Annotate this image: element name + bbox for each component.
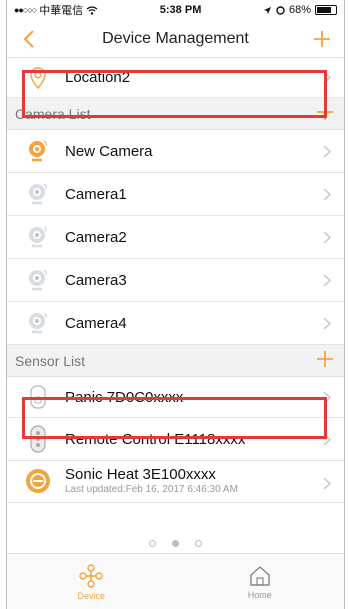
sensor-name: Panic 7D0C0xxxx [65, 388, 184, 406]
sensor-list: Panic 7D0C0xxxx Remote Control E1118xxxx [7, 377, 344, 503]
plus-icon [314, 30, 330, 47]
add-camera-button[interactable] [316, 103, 334, 124]
tab-bar: Device Home [7, 553, 344, 609]
camera-row-camera1[interactable]: Camera1 [7, 173, 344, 216]
page-dot-active[interactable] [172, 539, 179, 547]
chevron-right-icon [320, 432, 334, 446]
chevron-right-icon [320, 316, 334, 330]
battery-icon [314, 5, 337, 15]
camera-name: Camera4 [65, 314, 127, 332]
camera-name: Camera2 [65, 228, 127, 246]
tab-home[interactable]: Home [176, 554, 345, 609]
tab-device-label: Device [77, 590, 105, 601]
plus-icon [317, 351, 333, 367]
back-chevron-icon [23, 29, 34, 48]
camera-list-header: Camera List [7, 98, 344, 130]
sonic-heat-icon [25, 468, 51, 494]
status-bar: ●●○○○ 中華電信 5:38 PM 68% [7, 0, 344, 20]
status-time: 5:38 PM [159, 4, 202, 16]
tab-home-label: Home [247, 589, 272, 600]
sensor-row-sonic-heat[interactable]: Sonic Heat 3E100xxxx Last updated:Feb 16… [7, 461, 344, 503]
map-pin-icon [25, 65, 51, 91]
tab-device[interactable]: Device [7, 554, 176, 609]
chevron-right-icon [320, 144, 334, 158]
chevron-right-icon [320, 71, 334, 85]
sensor-row-remote-control[interactable]: Remote Control E1118xxxx [7, 418, 344, 461]
phone-screen: ●●○○○ 中華電信 5:38 PM 68% Device Management… [6, 0, 345, 609]
nav-bar: Device Management [7, 20, 344, 58]
chevron-right-icon [320, 187, 334, 201]
home-icon [250, 565, 270, 586]
camera-name: Camera1 [65, 185, 127, 203]
location-name: Location2 [65, 69, 131, 86]
camera-row-camera3[interactable]: Camera3 [7, 259, 344, 302]
signal-dots-icon: ●●○○○ [14, 5, 37, 15]
chevron-right-icon [320, 476, 334, 490]
device-network-icon [79, 563, 103, 588]
panic-button-icon [25, 384, 51, 410]
camera-icon [25, 267, 51, 293]
plus-icon [317, 104, 333, 120]
page-indicator [7, 534, 344, 552]
sensor-list-title: Sensor List [15, 352, 86, 369]
camera-list: New Camera Camera1 Camera2 Camera3 Camer… [7, 130, 344, 345]
add-sensor-button[interactable] [316, 350, 334, 371]
alarm-icon [276, 5, 285, 15]
camera-icon [25, 224, 51, 250]
chevron-right-icon [320, 390, 334, 404]
camera-row-camera2[interactable]: Camera2 [7, 216, 344, 259]
sensor-name: Sonic Heat 3E100xxxx [65, 466, 216, 483]
sensor-row-panic[interactable]: Panic 7D0C0xxxx [7, 377, 344, 418]
location-row[interactable]: Location2 [7, 58, 344, 98]
camera-icon [25, 181, 51, 207]
add-location-button[interactable] [310, 27, 334, 51]
battery-percent: 68% [288, 4, 311, 16]
last-updated-text: Last updated:Feb 16, 2017 6:46:30 AM [65, 484, 238, 495]
page-dot[interactable] [195, 539, 202, 547]
camera-icon [25, 310, 51, 336]
location-arrow-icon [263, 6, 271, 14]
sensor-list-header: Sensor List [7, 345, 344, 377]
camera-name: New Camera [65, 142, 153, 160]
camera-active-icon [25, 138, 51, 164]
camera-list-title: Camera List [15, 105, 91, 122]
remote-control-icon [25, 425, 51, 453]
sensor-name: Remote Control E1118xxxx [65, 430, 246, 448]
camera-name: Camera3 [65, 271, 127, 289]
carrier-name: 中華電信 [39, 5, 84, 17]
wifi-icon [86, 5, 98, 15]
chevron-right-icon [320, 230, 334, 244]
chevron-right-icon [320, 273, 334, 287]
page-dot[interactable] [149, 539, 156, 547]
camera-row-camera4[interactable]: Camera4 [7, 302, 344, 345]
back-button[interactable] [17, 27, 41, 51]
page-title: Device Management [102, 29, 249, 47]
camera-row-new-camera[interactable]: New Camera [7, 130, 344, 173]
